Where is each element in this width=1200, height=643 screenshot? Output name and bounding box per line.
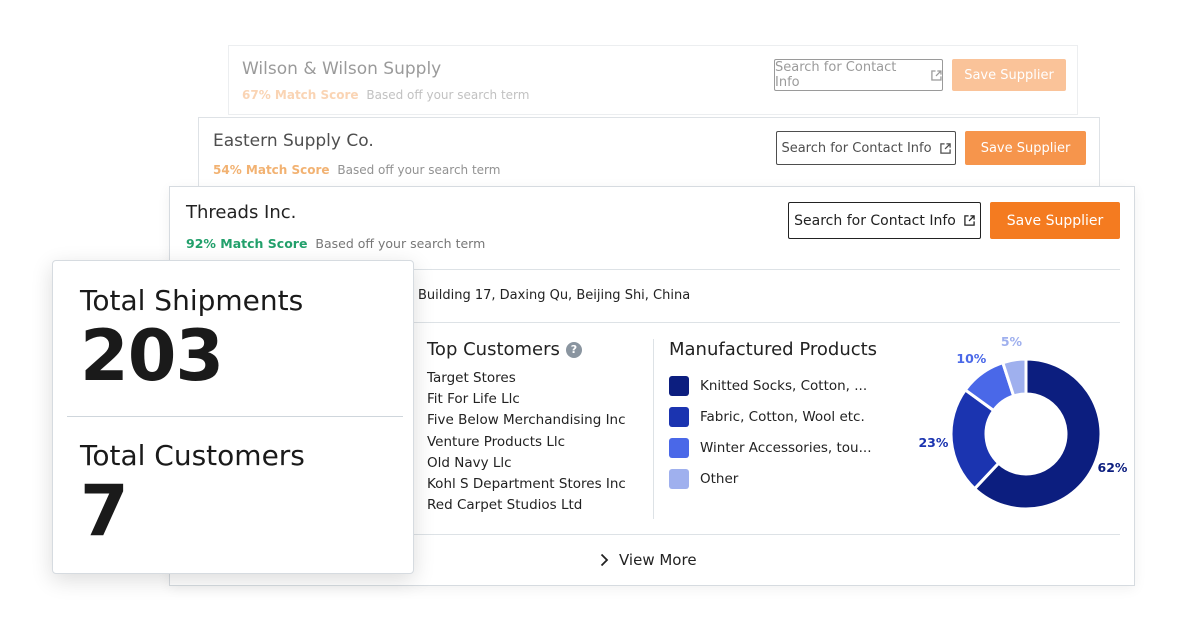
total-shipments-value: 203 <box>80 315 224 397</box>
list-item: Red Carpet Studios Ltd <box>427 497 583 514</box>
donut-value-label: 10% <box>956 351 986 366</box>
legend-label: Knitted Socks, Cotton, ... <box>700 377 868 394</box>
supplier-card-eastern[interactable]: Eastern Supply Co. 54% Match Score Based… <box>198 117 1100 189</box>
search-contact-label: Search for Contact Info <box>794 212 956 229</box>
legend-swatch <box>669 468 689 489</box>
total-customers-label: Total Customers <box>80 439 305 472</box>
legend-swatch <box>669 375 689 396</box>
list-item: Old Navy Llc <box>427 454 512 471</box>
search-contact-label: Search for Contact Info <box>775 60 897 90</box>
list-item: Fit For Life Llc <box>427 391 520 408</box>
search-contact-label: Search for Contact Info <box>781 140 932 156</box>
products-title: Manufactured Products <box>669 339 878 360</box>
match-score: 54% Match Score Based off your search te… <box>213 163 500 177</box>
donut-value-label: 62% <box>1098 460 1128 475</box>
match-score-pct: 54% Match Score <box>213 163 330 177</box>
column-divider <box>653 339 654 519</box>
total-customers-value: 7 <box>80 470 129 552</box>
search-contact-button[interactable]: Search for Contact Info <box>774 59 943 91</box>
legend-item: Fabric, Cotton, Wool etc. <box>669 401 871 432</box>
divider <box>67 416 403 417</box>
products-donut-chart: 62% 23% 10% 5% <box>918 335 1128 511</box>
match-score-note: Based off your search term <box>315 236 486 251</box>
stats-card: Total Shipments 203 Total Customers 7 <box>52 260 414 574</box>
legend-swatch <box>669 437 689 458</box>
match-score-pct: 67% Match Score <box>242 88 359 102</box>
supplier-address: Building 17, Daxing Qu, Beijing Shi, Chi… <box>418 288 691 303</box>
help-icon[interactable]: ? <box>565 342 582 358</box>
match-score: 92% Match Score Based off your search te… <box>186 236 485 251</box>
save-supplier-button[interactable]: Save Supplier <box>965 131 1086 165</box>
external-link-icon <box>964 215 975 226</box>
supplier-name: Wilson & Wilson Supply <box>242 59 442 79</box>
legend-label: Other <box>700 470 739 487</box>
match-score: 67% Match Score Based off your search te… <box>242 88 529 102</box>
top-customers-list: Target Stores Fit For Life Llc Five Belo… <box>427 368 626 516</box>
products-legend: Knitted Socks, Cotton, ... Fabric, Cotto… <box>669 370 871 494</box>
save-supplier-button[interactable]: Save Supplier <box>990 202 1120 239</box>
search-contact-button[interactable]: Search for Contact Info <box>788 202 981 239</box>
supplier-name: Eastern Supply Co. <box>213 131 374 151</box>
supplier-card-wilson[interactable]: Wilson & Wilson Supply 67% Match Score B… <box>228 45 1078 115</box>
legend-label: Winter Accessories, tou... <box>700 439 872 456</box>
donut-value-label: 23% <box>918 435 948 450</box>
legend-item: Winter Accessories, tou... <box>669 432 871 463</box>
match-score-note: Based off your search term <box>337 163 501 177</box>
legend-item: Other <box>669 463 871 494</box>
legend-label: Fabric, Cotton, Wool etc. <box>700 408 865 425</box>
view-more-link[interactable]: View More <box>600 551 697 569</box>
total-shipments-label: Total Shipments <box>80 284 304 317</box>
view-more-label: View More <box>619 551 697 569</box>
legend-item: Knitted Socks, Cotton, ... <box>669 370 871 401</box>
list-item: Kohl S Department Stores Inc <box>427 475 626 492</box>
match-score-note: Based off your search term <box>366 88 530 102</box>
list-item: Venture Products Llc <box>427 433 566 450</box>
supplier-name: Threads Inc. <box>186 202 297 223</box>
list-item: Target Stores <box>427 370 516 386</box>
top-customers-title: Top Customers? <box>427 339 582 360</box>
match-score-pct: 92% Match Score <box>186 236 308 251</box>
search-contact-button[interactable]: Search for Contact Info <box>776 131 956 165</box>
save-supplier-button[interactable]: Save Supplier <box>952 59 1066 91</box>
external-link-icon <box>931 69 942 81</box>
chevron-right-icon <box>600 553 609 567</box>
list-item: Five Below Merchandising Inc <box>427 412 626 429</box>
legend-swatch <box>669 406 689 427</box>
top-customers-heading: Top Customers <box>427 339 560 360</box>
external-link-icon <box>939 142 951 154</box>
donut-value-label: 5% <box>1001 335 1023 349</box>
